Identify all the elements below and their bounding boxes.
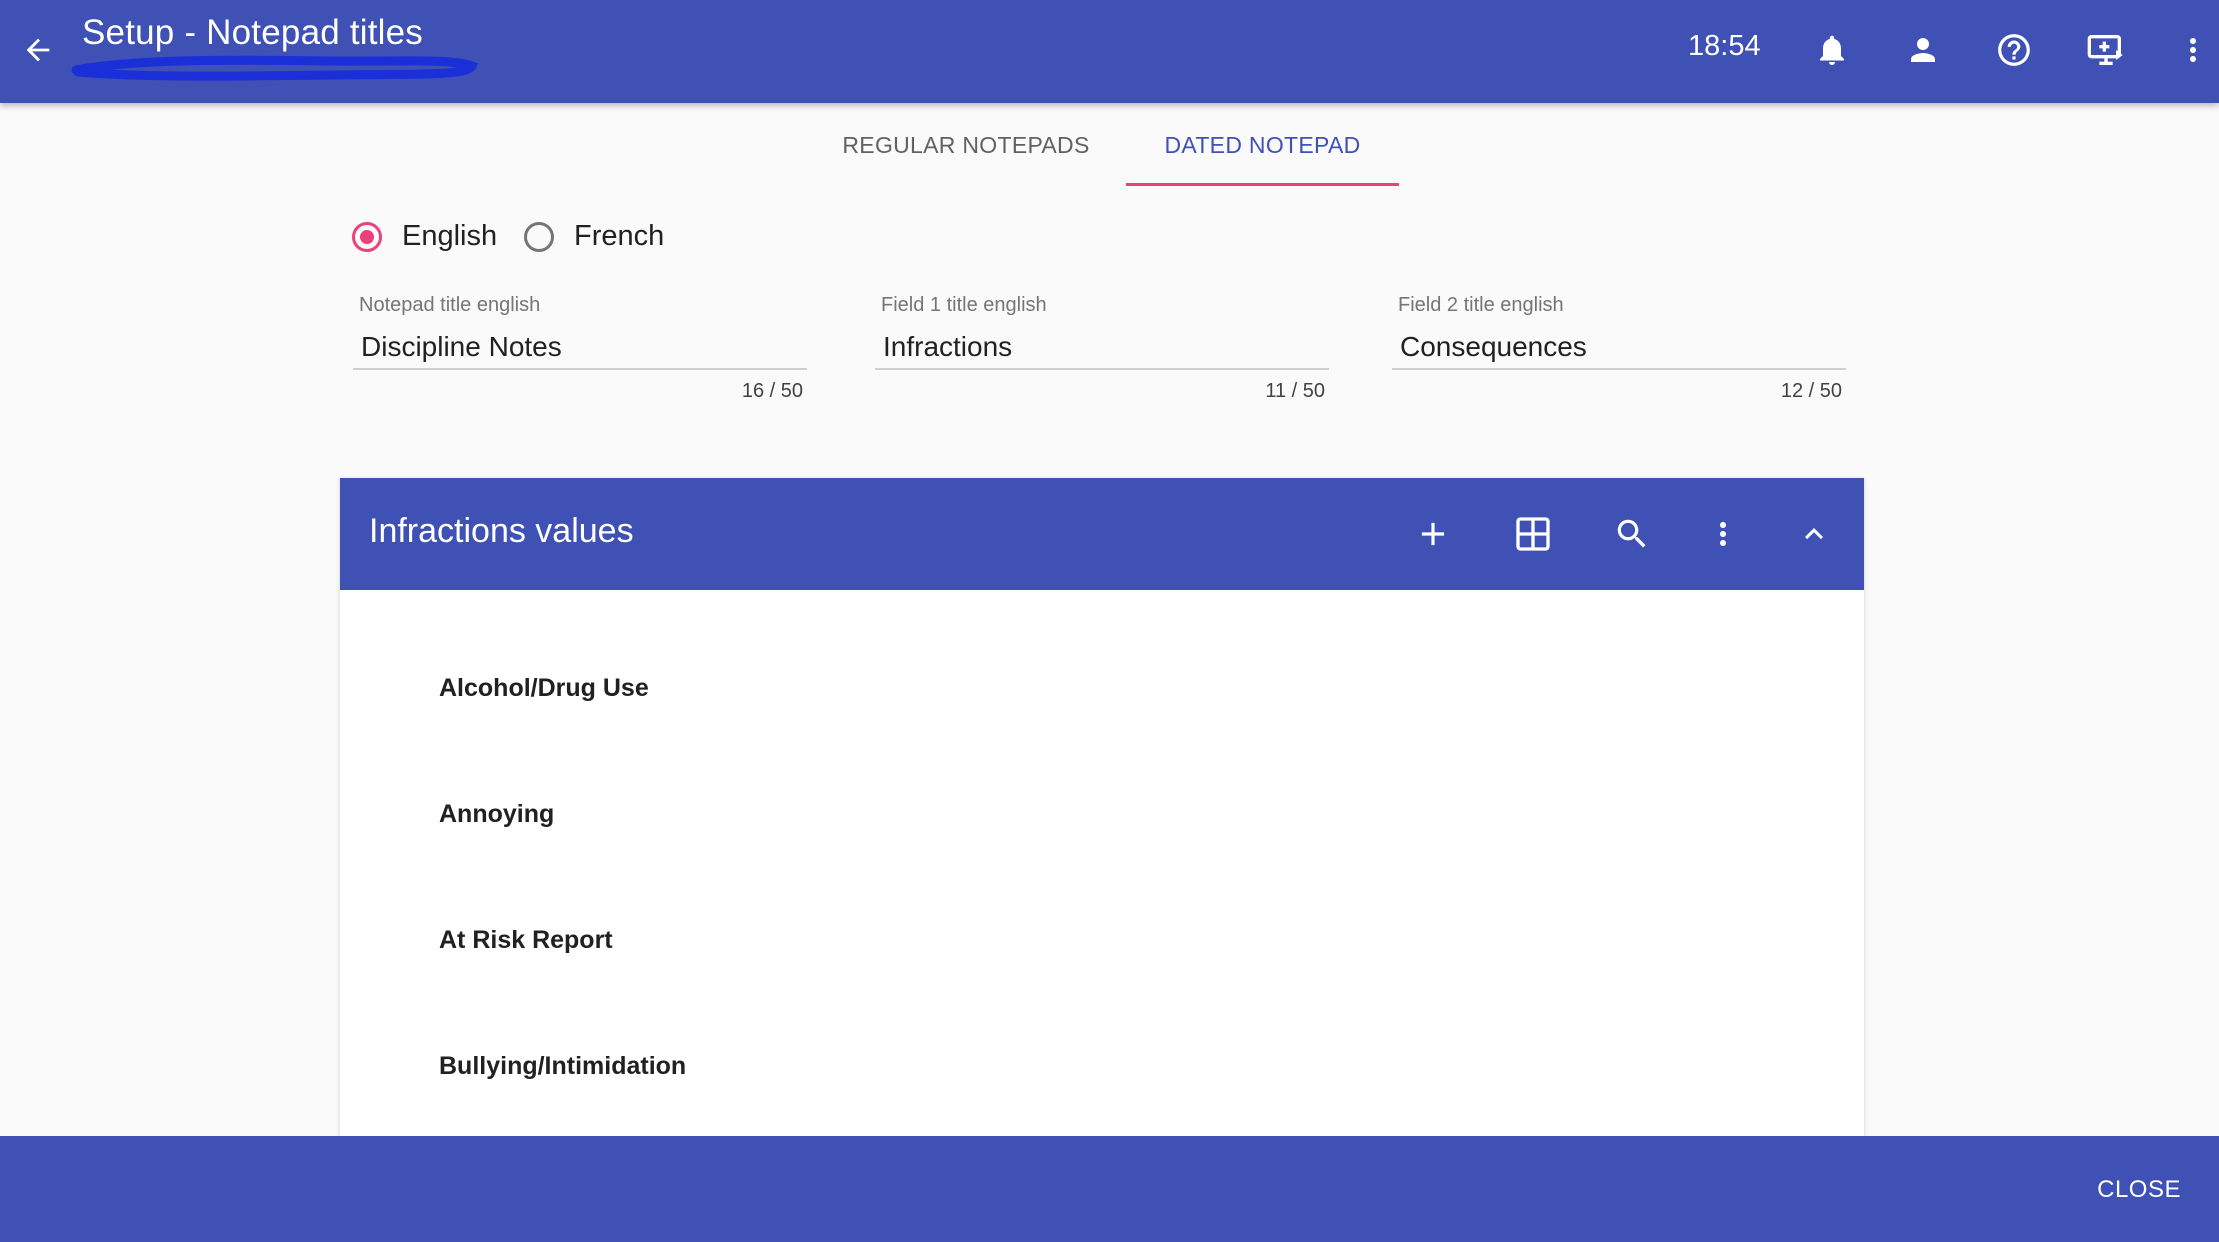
radio-french[interactable]: French — [524, 220, 664, 253]
active-tab-indicator — [1126, 183, 1399, 186]
list-item[interactable]: Annoying — [340, 754, 1864, 880]
list-item[interactable]: Alcohol/Drug Use — [340, 628, 1864, 754]
notepad-title-input[interactable] — [353, 326, 807, 370]
search-button[interactable] — [1604, 506, 1660, 562]
notifications-button[interactable] — [1804, 22, 1860, 78]
present-to-screen-button[interactable] — [2078, 22, 2134, 78]
card-title: Infractions values — [369, 512, 634, 550]
list-item[interactable]: Bullying/Intimidation — [340, 1006, 1864, 1132]
collapse-card-button[interactable] — [1786, 506, 1842, 562]
value-label: Bullying/Intimidation — [439, 1052, 687, 1080]
tab-regular-notepads[interactable]: REGULAR NOTEPADS — [820, 103, 1112, 187]
field2-title-counter: 12 / 50 — [1780, 380, 1842, 402]
back-button[interactable] — [14, 26, 62, 74]
overflow-menu-button[interactable] — [2167, 22, 2219, 78]
field2-title-label: Field 2 title english — [1398, 294, 1564, 316]
bottom-action-bar: CLOSE — [0, 1136, 2219, 1242]
grid-view-button[interactable] — [1505, 506, 1561, 562]
chevron-up-icon — [1805, 528, 1823, 540]
radio-checked-icon — [352, 221, 382, 252]
person-icon — [1911, 38, 1935, 62]
field1-title-input[interactable] — [875, 326, 1329, 370]
value-label: At Risk Report — [439, 926, 613, 954]
clock-time: 18:54 — [1688, 30, 1761, 62]
notepad-title-label: Notepad title english — [359, 294, 541, 316]
title-redaction-scribble — [71, 55, 478, 81]
add-icon — [1421, 522, 1445, 546]
radio-french-label: French — [574, 220, 665, 252]
grid-icon — [1516, 517, 1550, 551]
help-button[interactable] — [1986, 22, 2042, 78]
value-label: Annoying — [439, 800, 555, 828]
field2-title-input[interactable] — [1392, 326, 1846, 370]
add-value-button[interactable] — [1405, 506, 1461, 562]
back-arrow-icon — [26, 38, 50, 62]
help-circle-icon — [1998, 34, 2030, 66]
tab-dated-notepad[interactable]: DATED NOTEPAD — [1126, 103, 1399, 187]
radio-dot — [360, 229, 374, 244]
field1-title-counter: 11 / 50 — [1265, 380, 1325, 402]
infractions-values-card: Infractions values Alcohol/Drug Use Anno… — [340, 478, 1864, 1138]
notepad-tabs: REGULAR NOTEPADS DATED NOTEPAD — [0, 103, 2219, 187]
value-label: Alcohol/Drug Use — [439, 674, 649, 702]
radio-unchecked-icon — [524, 221, 554, 252]
page-title: Setup - Notepad titles — [82, 13, 423, 52]
radio-english[interactable]: English — [352, 220, 497, 253]
radio-english-label: English — [402, 220, 498, 252]
more-vert-icon — [1720, 522, 1726, 546]
bell-icon — [1820, 35, 1844, 65]
field2-title-field: Field 2 title english 12 / 50 — [1392, 292, 1846, 412]
field1-title-label: Field 1 title english — [881, 294, 1047, 316]
search-icon — [1617, 519, 1646, 548]
more-vert-icon — [2190, 38, 2196, 62]
notepad-title-field: Notepad title english 16 / 50 — [353, 292, 807, 412]
list-item[interactable]: At Risk Report — [340, 880, 1864, 1006]
card-header: Infractions values — [340, 478, 1864, 590]
close-button[interactable]: CLOSE — [2087, 1168, 2191, 1212]
account-button[interactable] — [1895, 22, 1951, 78]
monitor-add-icon — [2087, 35, 2123, 65]
field1-title-field: Field 1 title english 11 / 50 — [875, 292, 1329, 412]
notepad-title-counter: 16 / 50 — [741, 380, 803, 402]
app-bar: Setup - Notepad titles 18:54 — [0, 0, 2219, 103]
card-more-button[interactable] — [1695, 506, 1751, 562]
